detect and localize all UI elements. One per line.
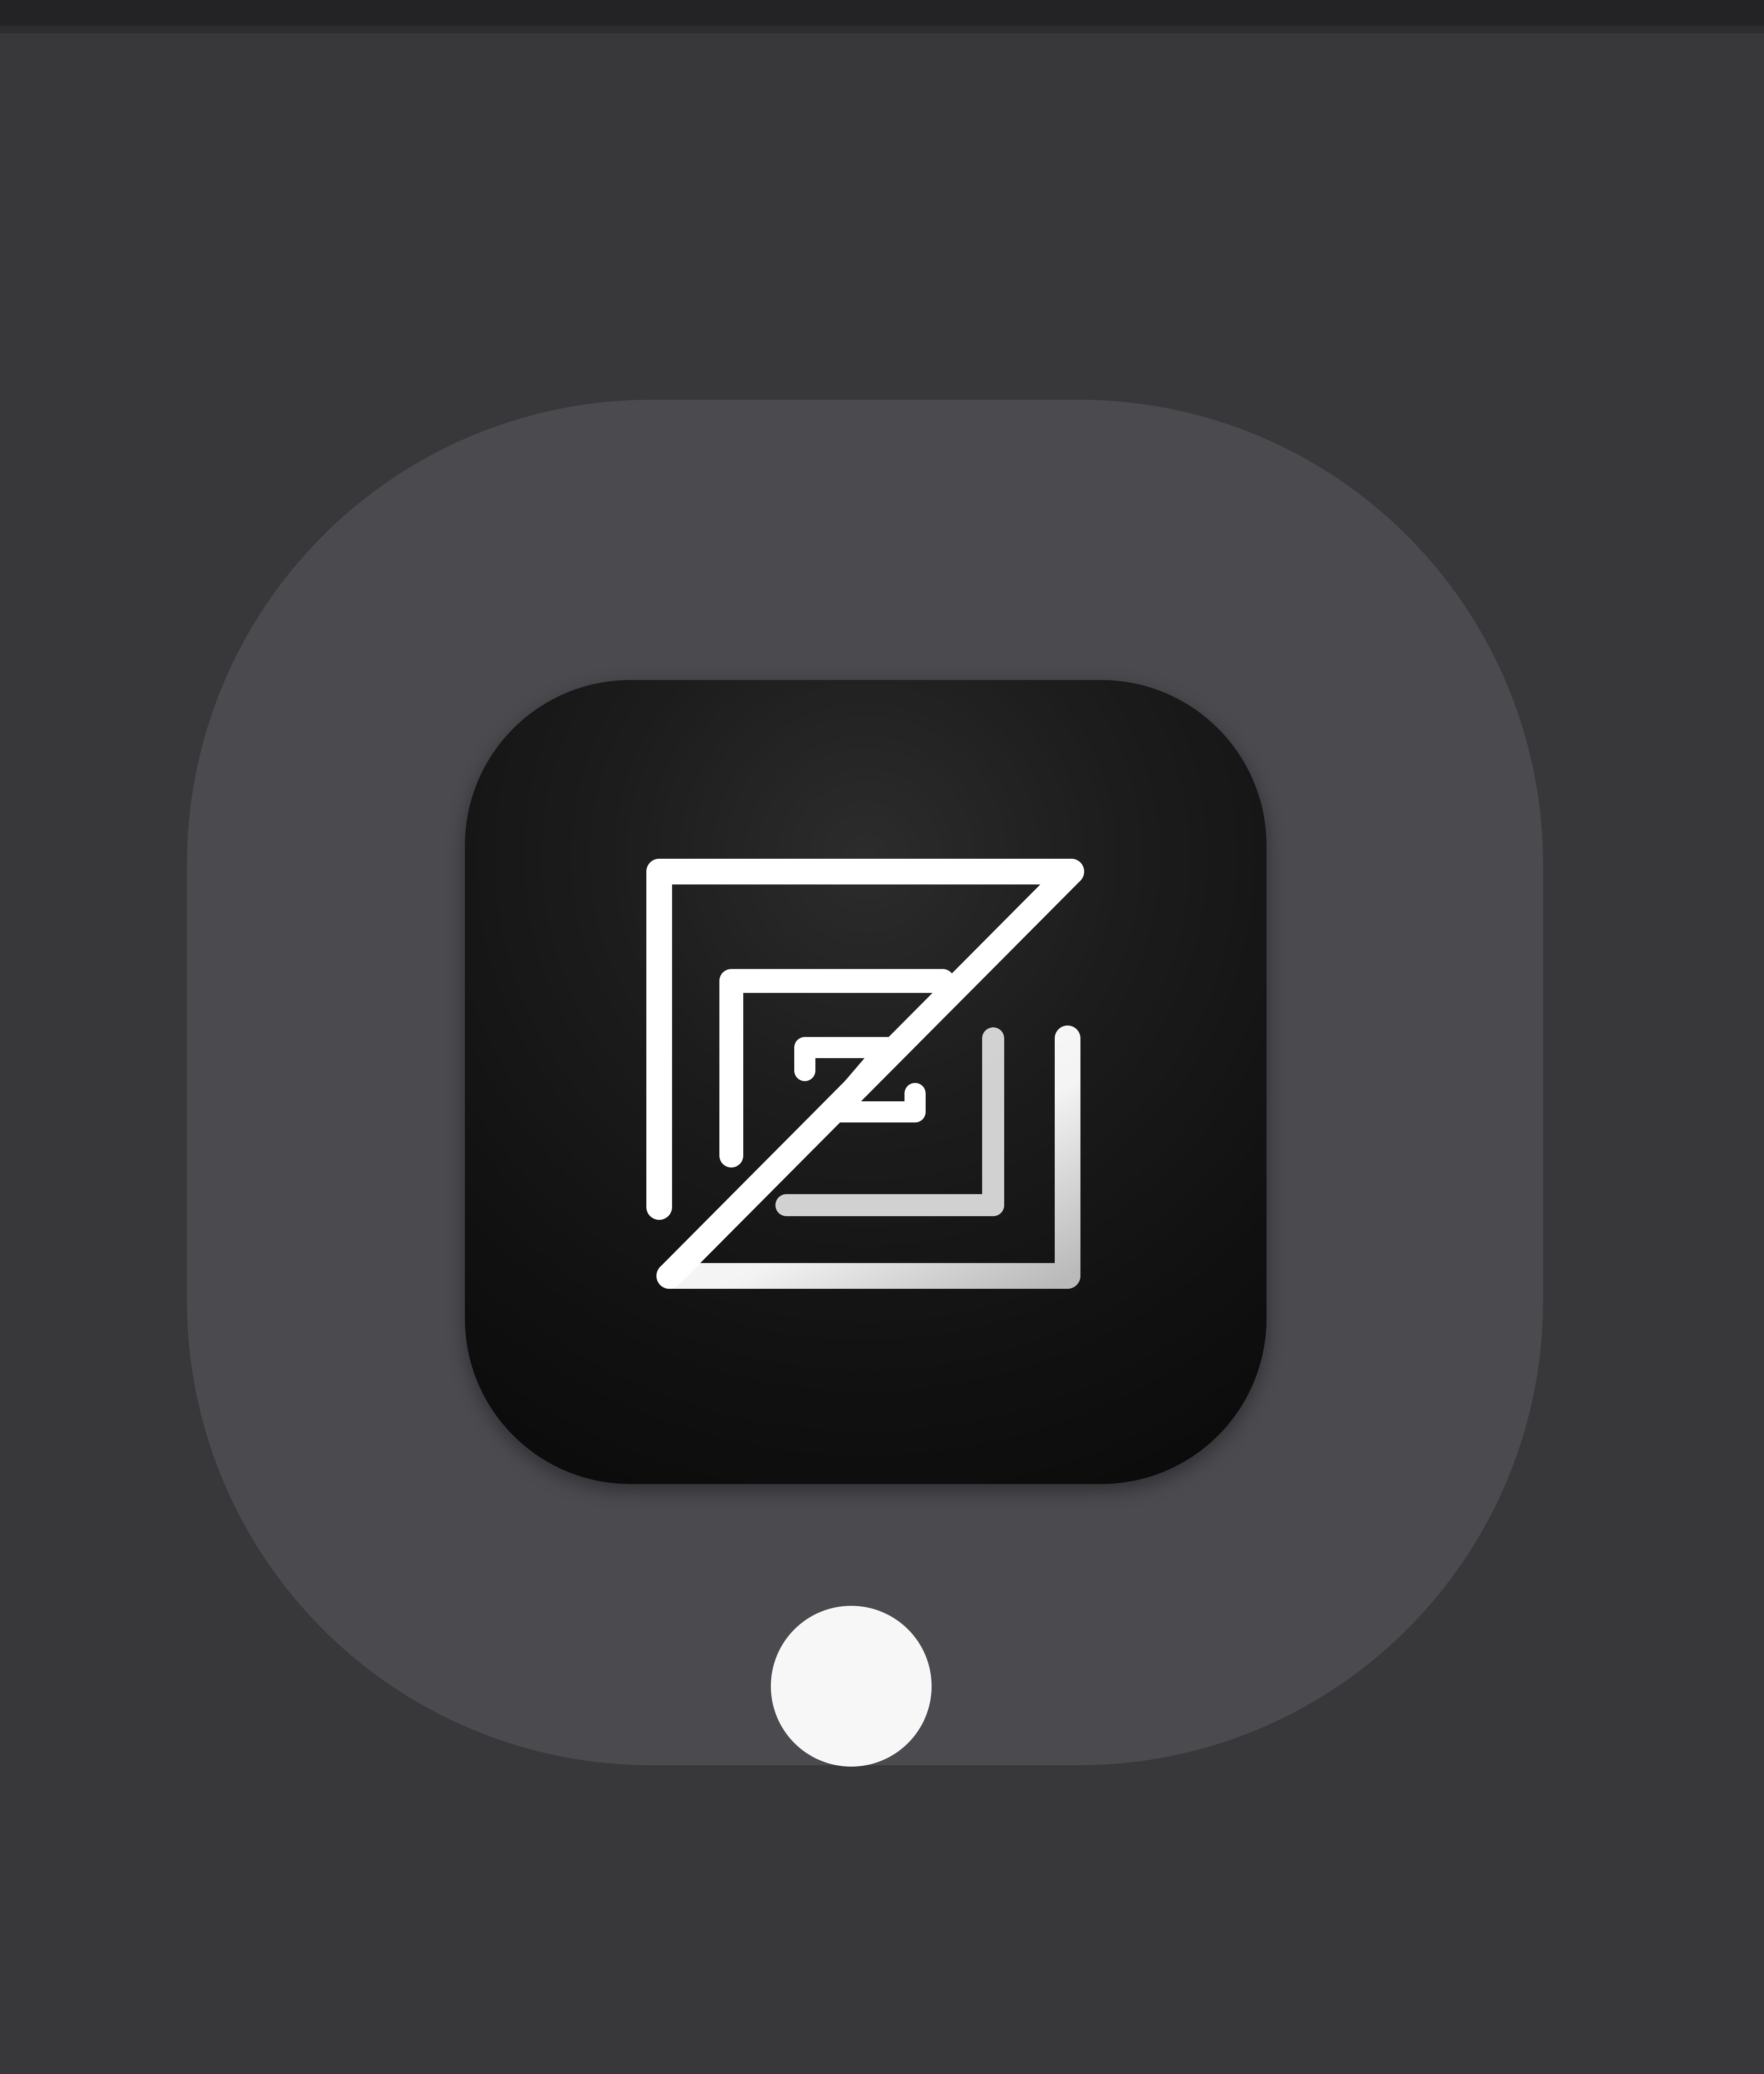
zed-logo-icon[interactable] xyxy=(465,680,1266,1484)
running-indicator xyxy=(771,1606,932,1767)
desktop-dock-area xyxy=(0,0,1764,2074)
window-top-edge xyxy=(0,0,1764,33)
zed-logo-svg xyxy=(646,859,1084,1289)
logo-middle-frame xyxy=(719,969,955,1167)
